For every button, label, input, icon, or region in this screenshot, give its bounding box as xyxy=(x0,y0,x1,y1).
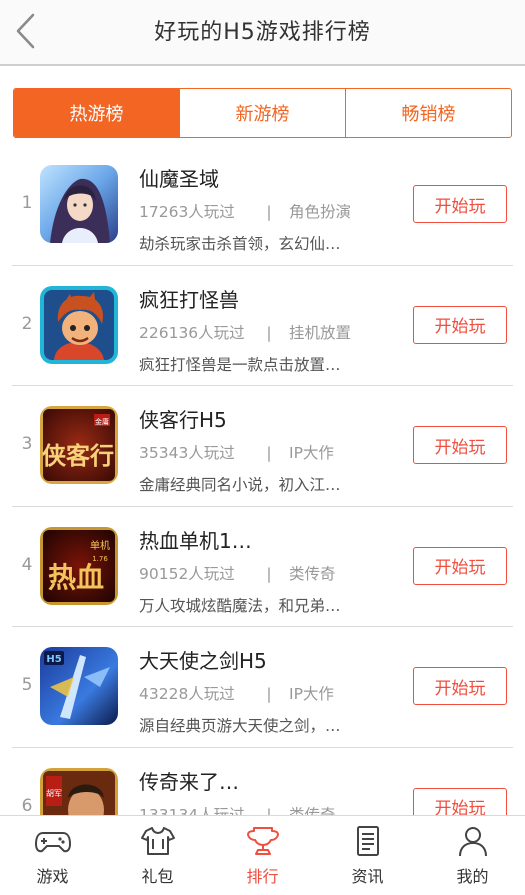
list-item[interactable]: 5 H5 大天使之剑H5 43228人玩过 | IP大作 源自经典页游大天使之剑，…… xyxy=(0,627,525,748)
gift-shirt-icon xyxy=(140,827,175,855)
game-icon-xiakexing[interactable]: 侠客行 金庸 xyxy=(40,406,118,485)
icon-title-text: 热血 xyxy=(48,561,104,594)
divider: | xyxy=(266,444,272,463)
game-icon-xianmo[interactable] xyxy=(40,165,118,243)
game-description: 疯狂打怪兽是一款点击放置… xyxy=(139,355,341,374)
game-icon-monster[interactable] xyxy=(40,285,118,364)
gamepad-icon xyxy=(34,832,71,853)
nav-label: 我的 xyxy=(456,867,489,886)
nav-games[interactable]: 游戏 xyxy=(0,816,105,895)
game-name: 大天使之剑H5 xyxy=(139,649,267,674)
game-category: 挂机放置 xyxy=(289,323,352,342)
game-meta: 90152人玩过 | 类传奇 xyxy=(139,562,336,584)
rank-number: 3 xyxy=(21,434,33,455)
user-icon xyxy=(458,827,487,857)
top-bar: 好玩的H5游戏排行榜 xyxy=(0,0,525,66)
play-count: 17263人玩过 xyxy=(139,203,235,221)
divider: | xyxy=(266,323,272,342)
play-count: 43228人玩过 xyxy=(139,685,235,704)
icon-badge-text: 胡军 xyxy=(46,788,62,798)
game-description: 劫杀玩家击杀首领，玄幻仙… xyxy=(139,235,341,253)
icon-version-text: 1.76 xyxy=(92,555,108,563)
game-meta: 17263人玩过 | 角色扮演 xyxy=(139,200,351,222)
nav-label: 资讯 xyxy=(351,867,384,886)
game-description: 万人攻城炫酷魔法，和兄弟… xyxy=(139,596,341,615)
game-meta: 35343人玩过 | IP大作 xyxy=(139,441,334,463)
page-title: 好玩的H5游戏排行榜 xyxy=(154,20,371,45)
game-category: 类传奇 xyxy=(289,564,336,583)
tab-new[interactable]: 新游榜 xyxy=(180,89,346,137)
tab-bestselling[interactable]: 畅销榜 xyxy=(346,89,511,137)
nav-profile[interactable]: 我的 xyxy=(420,816,525,895)
game-name: 侠客行H5 xyxy=(139,408,227,433)
game-icon-rexue[interactable]: 热血 单机 1.76 xyxy=(40,526,118,605)
rank-number: 4 xyxy=(21,554,33,575)
game-category: 角色扮演 xyxy=(289,203,352,221)
start-play-button[interactable]: 开始玩 xyxy=(413,426,507,465)
divider: | xyxy=(266,564,272,583)
nav-label: 排行 xyxy=(246,867,279,886)
start-play-button[interactable]: 开始玩 xyxy=(413,185,507,223)
ranking-tabs: 热游榜 新游榜 畅销榜 xyxy=(13,88,512,138)
nav-gifts[interactable]: 礼包 xyxy=(105,816,210,895)
icon-seal-text: 金庸 xyxy=(95,417,109,426)
list-item[interactable]: 2 疯狂打怪兽 226136人玩过 | 挂机放置 疯狂打怪兽是一款点击放置… 开始玩 xyxy=(0,266,525,387)
icon-badge-text: H5 xyxy=(46,654,61,665)
game-description: 源自经典页游大天使之剑，… xyxy=(139,717,341,736)
tab-hot[interactable]: 热游榜 xyxy=(14,89,180,137)
start-play-button[interactable]: 开始玩 xyxy=(413,667,507,706)
game-name: 传奇来了… xyxy=(139,769,239,794)
rank-number: 2 xyxy=(21,313,33,334)
start-play-button[interactable]: 开始玩 xyxy=(413,305,507,344)
nav-news[interactable]: 资讯 xyxy=(315,816,420,895)
list-item[interactable]: 3 侠客行 金庸 侠客行H5 35343人玩过 | IP大作 金庸经典同名小说，初入… xyxy=(0,386,525,507)
icon-title-text: 侠客行 xyxy=(42,442,114,470)
game-category: IP大作 xyxy=(289,685,334,704)
rank-number: 1 xyxy=(21,193,33,213)
nav-label: 游戏 xyxy=(36,867,69,886)
game-meta: 226136人玩过 | 挂机放置 xyxy=(139,321,351,343)
start-play-button[interactable]: 开始玩 xyxy=(413,546,507,585)
rank-number: 6 xyxy=(21,795,33,816)
nav-ranking[interactable]: 排行 xyxy=(210,816,315,895)
nav-label: 礼包 xyxy=(141,867,174,886)
bottom-nav: 游戏 礼包 排行 资讯 我的 xyxy=(0,815,525,895)
game-icon-angel-sword[interactable]: H5 xyxy=(40,647,118,726)
divider: | xyxy=(266,685,272,704)
list-item[interactable]: 4 热血 单机 1.76 热血单机1… 90152人玩过 | 类传奇 万人攻城炫酷魔… xyxy=(0,507,525,628)
game-category: IP大作 xyxy=(289,444,334,463)
game-list: 1 仙魔圣域 17263人玩过 | 角色扮演 劫杀玩家击杀首领，玄幻仙… 开始玩 xyxy=(0,145,525,869)
game-name: 疯狂打怪兽 xyxy=(139,287,239,312)
game-name: 仙魔圣域 xyxy=(139,167,219,191)
play-count: 226136人玩过 xyxy=(139,323,245,342)
game-name: 热血单机1… xyxy=(139,528,252,553)
divider: | xyxy=(266,203,272,221)
trophy-icon xyxy=(246,827,279,855)
news-icon xyxy=(356,826,379,856)
game-description: 金庸经典同名小说，初入江… xyxy=(139,476,341,495)
play-count: 90152人玩过 xyxy=(139,564,235,583)
play-count: 35343人玩过 xyxy=(139,444,235,463)
icon-subtitle-text: 单机 xyxy=(90,539,110,552)
rank-number: 5 xyxy=(21,675,33,696)
list-item[interactable]: 1 仙魔圣域 17263人玩过 | 角色扮演 劫杀玩家击杀首领，玄幻仙… 开始玩 xyxy=(0,145,525,266)
game-meta: 43228人玩过 | IP大作 xyxy=(139,682,334,704)
